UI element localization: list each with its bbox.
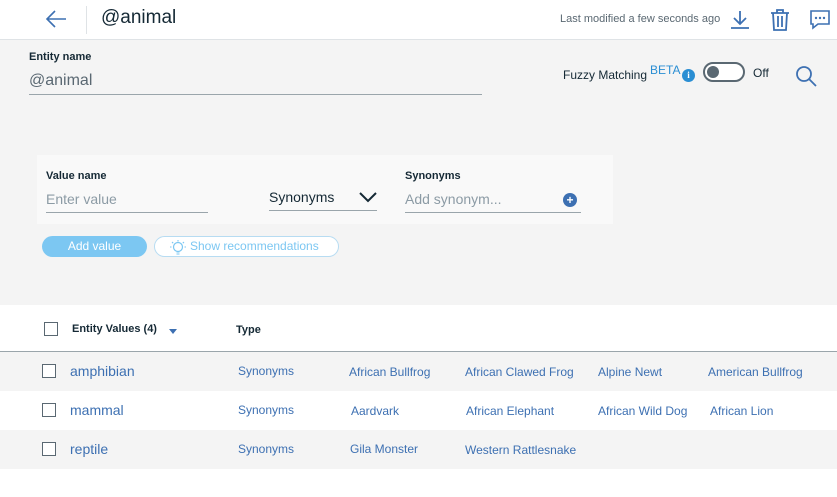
value-type-selected: Synonyms bbox=[269, 189, 335, 205]
chat-icon[interactable] bbox=[808, 8, 832, 32]
header-divider bbox=[86, 6, 87, 34]
value-type-link[interactable]: Synonyms bbox=[238, 403, 294, 417]
beta-badge: BETA bbox=[650, 63, 681, 77]
table-header: Entity Values (4) Type bbox=[0, 305, 837, 352]
fuzzy-matching-toggle[interactable] bbox=[703, 62, 745, 82]
synonym-link[interactable]: African Elephant bbox=[466, 404, 554, 418]
select-all-checkbox[interactable] bbox=[44, 322, 58, 336]
table-row: amphibian Synonyms African Bullfrog Afri… bbox=[0, 352, 837, 391]
lightbulb-icon bbox=[170, 240, 186, 255]
add-synonym-icon[interactable]: + bbox=[563, 193, 577, 207]
entity-name-label: Entity name bbox=[29, 51, 92, 63]
back-arrow-icon[interactable] bbox=[44, 8, 68, 30]
row-checkbox[interactable] bbox=[42, 403, 56, 417]
toggle-state-label: Off bbox=[753, 66, 769, 80]
toggle-knob bbox=[707, 66, 719, 78]
synonym-link[interactable]: Aardvark bbox=[351, 404, 399, 418]
last-modified-text: Last modified a few seconds ago bbox=[560, 13, 721, 25]
value-type-select[interactable]: Synonyms bbox=[269, 184, 377, 211]
sort-down-icon[interactable] bbox=[169, 329, 177, 334]
download-icon[interactable] bbox=[728, 8, 752, 32]
value-form: Value name Synonyms Synonyms + bbox=[37, 155, 613, 224]
value-name-link[interactable]: amphibian bbox=[70, 363, 135, 379]
value-name-link[interactable]: mammal bbox=[70, 402, 124, 418]
synonym-link[interactable]: African Wild Dog bbox=[598, 404, 687, 418]
synonym-link[interactable]: Alpine Newt bbox=[598, 365, 662, 379]
add-value-button[interactable]: Add value bbox=[42, 236, 147, 257]
synonym-link[interactable]: Gila Monster bbox=[350, 442, 418, 456]
search-icon[interactable] bbox=[794, 64, 818, 88]
synonym-link[interactable]: African Bullfrog bbox=[349, 365, 430, 379]
synonym-input[interactable] bbox=[405, 186, 581, 213]
info-icon[interactable]: i bbox=[682, 69, 695, 82]
entity-name-section: Entity name Fuzzy Matching BETA i Off bbox=[0, 40, 837, 105]
type-column-header: Type bbox=[236, 324, 261, 336]
entity-values-column-header[interactable]: Entity Values (4) bbox=[72, 323, 157, 335]
synonym-link[interactable]: Western Rattlesnake bbox=[465, 443, 576, 457]
value-type-link[interactable]: Synonyms bbox=[238, 364, 294, 378]
value-name-link[interactable]: reptile bbox=[70, 441, 108, 457]
synonym-link[interactable]: African Lion bbox=[710, 404, 773, 418]
table-row: reptile Synonyms Gila Monster Western Ra… bbox=[0, 430, 837, 469]
value-name-input[interactable] bbox=[46, 186, 208, 213]
fuzzy-matching-label: Fuzzy Matching bbox=[563, 68, 648, 82]
page-title: @animal bbox=[101, 7, 177, 28]
synonym-link[interactable]: American Bullfrog bbox=[708, 365, 803, 379]
row-checkbox[interactable] bbox=[42, 364, 56, 378]
recommendations-label: Show recommendations bbox=[190, 239, 319, 253]
row-checkbox[interactable] bbox=[42, 442, 56, 456]
value-type-link[interactable]: Synonyms bbox=[238, 442, 294, 456]
entity-name-input[interactable] bbox=[29, 68, 482, 95]
add-value-section: Value name Synonyms Synonyms + Add value… bbox=[0, 105, 837, 305]
synonym-link[interactable]: African Clawed Frog bbox=[465, 365, 574, 379]
table-row: mammal Synonyms Aardvark African Elephan… bbox=[0, 391, 837, 430]
chevron-down-icon bbox=[359, 192, 377, 203]
value-name-label: Value name bbox=[46, 170, 107, 182]
trash-icon[interactable] bbox=[768, 8, 792, 32]
top-bar: @animal Last modified a few seconds ago bbox=[0, 0, 837, 40]
show-recommendations-button[interactable]: Show recommendations bbox=[154, 236, 339, 257]
synonyms-label: Synonyms bbox=[405, 170, 461, 182]
